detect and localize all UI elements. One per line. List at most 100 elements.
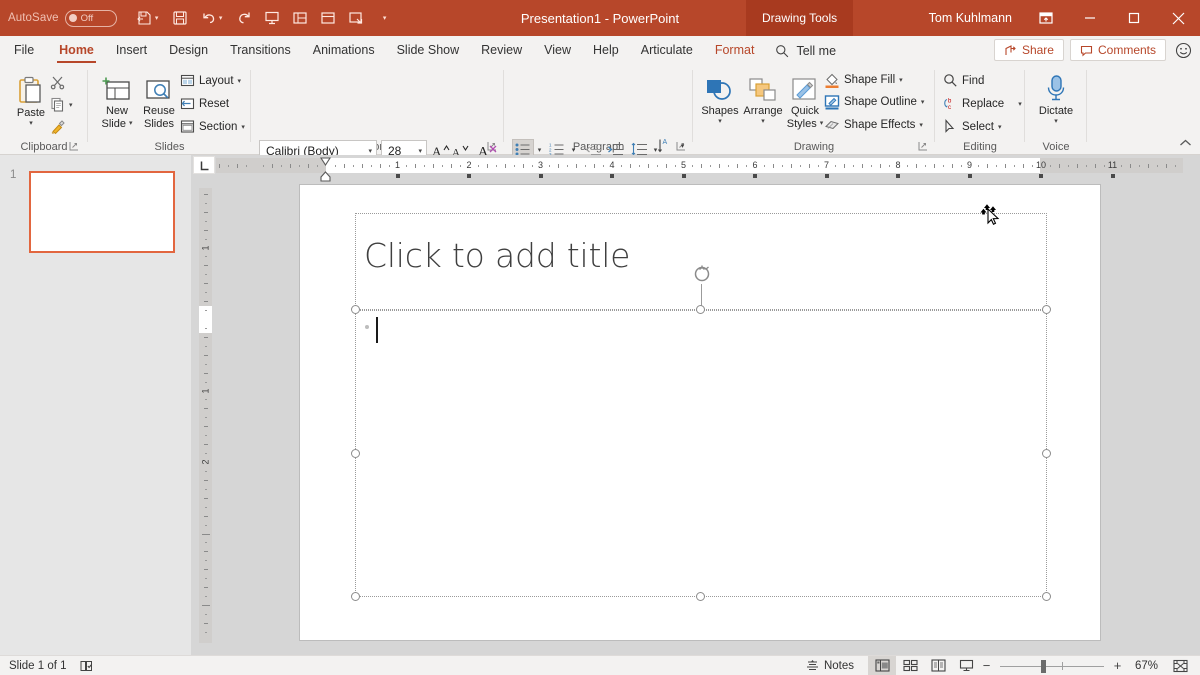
redo-icon[interactable] (231, 5, 257, 31)
new-slide-button[interactable]: New Slide ▾ (93, 71, 141, 130)
accessibility-checker-icon[interactable] (79, 659, 94, 673)
chevron-down-icon[interactable]: ▾ (899, 76, 903, 84)
hanging-indent-marker[interactable] (320, 171, 331, 182)
slide-sorter-button[interactable] (896, 656, 924, 675)
save-icon[interactable] (167, 5, 193, 31)
reset-button[interactable]: Reset (180, 96, 229, 111)
ruler-tab-stop[interactable] (753, 174, 757, 178)
chevron-down-icon[interactable]: ▾ (921, 98, 925, 106)
resize-handle-bottom-center[interactable] (696, 592, 705, 601)
chevron-down-icon[interactable]: ▾ (29, 120, 33, 128)
tab-help[interactable]: Help (582, 36, 630, 65)
smiley-face-icon[interactable] (1172, 39, 1194, 61)
tab-insert[interactable]: Insert (105, 36, 158, 65)
ribbon-display-options-icon[interactable] (1024, 0, 1068, 36)
resize-handle-middle-right[interactable] (1042, 449, 1051, 458)
chevron-down-icon[interactable]: ▾ (919, 121, 923, 129)
user-name[interactable]: Tom Kuhlmann (929, 11, 1012, 25)
paste-button[interactable]: Paste ▾ (8, 73, 54, 128)
ruler-tab-stop[interactable] (1110, 174, 1115, 178)
chevron-down-icon[interactable]: ▾ (241, 123, 245, 131)
chevron-down-icon[interactable]: ▾ (69, 101, 73, 109)
notes-button[interactable]: Notes (798, 656, 862, 675)
clipboard-dialog-launcher[interactable] (68, 140, 80, 152)
shape-effects-button[interactable]: Shape Effects ▾ (824, 117, 923, 133)
chevron-down-icon[interactable]: ▾ (718, 118, 722, 126)
tab-review[interactable]: Review (470, 36, 533, 65)
quick-styles-button[interactable]: Quick Styles ▾ (782, 71, 828, 130)
content-placeholder[interactable] (355, 310, 1047, 597)
slide-show-button[interactable] (952, 656, 980, 675)
tab-animations[interactable]: Animations (302, 36, 386, 65)
ruler-tab-stop[interactable] (467, 174, 471, 178)
undo-icon[interactable]: ▾ (195, 5, 229, 31)
tab-design[interactable]: Design (158, 36, 219, 65)
format-painter-button[interactable] (50, 119, 66, 135)
tab-slide-show[interactable]: Slide Show (386, 36, 471, 65)
new-slide-qat-icon[interactable] (287, 5, 313, 31)
tab-view[interactable]: View (533, 36, 582, 65)
autosave-toggle[interactable]: Off (64, 9, 117, 27)
normal-view-button[interactable] (868, 656, 896, 675)
zoom-slider[interactable] (1000, 657, 1104, 675)
chevron-down-icon[interactable]: ▾ (820, 120, 824, 128)
first-line-indent-marker[interactable] (320, 157, 331, 166)
slide-thumbnail-1[interactable] (29, 171, 175, 253)
drawing-dialog-launcher[interactable] (917, 140, 929, 152)
ruler-tab-stop[interactable] (1039, 174, 1043, 178)
tab-stop-selector[interactable] (193, 156, 215, 174)
layout-button[interactable]: Layout ▾ (180, 73, 241, 88)
reading-view-button[interactable] (924, 656, 952, 675)
tab-articulate[interactable]: Articulate (630, 36, 704, 65)
comments-button[interactable]: Comments (1069, 39, 1166, 61)
chevron-down-icon[interactable]: ▾ (1018, 100, 1022, 108)
select-button[interactable]: Select ▾ (943, 119, 1001, 134)
vertical-ruler[interactable]: 1 1 2 (199, 188, 212, 643)
find-button[interactable]: Find (943, 73, 984, 88)
collapse-ribbon-button[interactable] (1179, 138, 1192, 148)
fit-to-window-button[interactable] (1166, 656, 1194, 675)
ruler-tab-stop[interactable] (395, 174, 400, 178)
resize-handle-top-center[interactable] (696, 305, 705, 314)
resize-handle-bottom-left[interactable] (351, 592, 360, 601)
horizontal-ruler[interactable]: 1 2 3 4 5 6 7 8 9 10 11 (216, 157, 1183, 182)
tab-transitions[interactable]: Transitions (219, 36, 302, 65)
minimize-icon[interactable] (1068, 0, 1112, 36)
tab-file[interactable]: File (0, 36, 48, 65)
chevron-down-icon[interactable]: ▾ (1054, 118, 1058, 126)
cut-button[interactable] (50, 75, 65, 90)
shapes-button[interactable]: Shapes ▾ (697, 71, 743, 126)
ruler-tab-stop[interactable] (681, 174, 686, 178)
shape-fill-button[interactable]: Shape Fill ▾ (824, 72, 903, 88)
chevron-down-icon[interactable]: ▾ (238, 77, 242, 85)
present-online-icon[interactable] (343, 5, 369, 31)
resize-handle-bottom-right[interactable] (1042, 592, 1051, 601)
tab-home[interactable]: Home (48, 36, 105, 65)
resize-handle-top-right[interactable] (1042, 305, 1051, 314)
dictate-button[interactable]: Dictate ▾ (1031, 71, 1081, 126)
rotate-handle[interactable] (692, 264, 712, 284)
zoom-out-button[interactable]: − (980, 658, 993, 673)
customize-qat-icon[interactable]: ▾ (371, 5, 397, 31)
close-icon[interactable] (1156, 0, 1200, 36)
shape-outline-button[interactable]: Shape Outline ▾ (824, 94, 924, 110)
arrange-button[interactable]: Arrange ▾ (740, 71, 786, 126)
ruler-tab-stop[interactable] (538, 174, 543, 178)
ruler-tab-stop[interactable] (610, 174, 614, 178)
chevron-down-icon[interactable]: ▾ (761, 118, 765, 126)
layout-qat-icon[interactable] (315, 5, 341, 31)
replace-button[interactable]: bc Replace ▾ (943, 96, 1022, 111)
text-direction-caret[interactable]: ▾ (677, 135, 688, 156)
reuse-slides-button[interactable]: Reuse Slides (135, 71, 183, 130)
share-button[interactable]: Share (993, 39, 1064, 61)
zoom-in-button[interactable]: + (1111, 658, 1124, 673)
resize-handle-top-left[interactable] (351, 305, 360, 314)
restore-icon[interactable] (1112, 0, 1156, 36)
ruler-tab-stop[interactable] (824, 174, 829, 178)
ruler-tab-stop[interactable] (967, 174, 972, 178)
zoom-percent-label[interactable]: 67% (1124, 660, 1158, 672)
chevron-down-icon[interactable]: ▾ (998, 123, 1002, 131)
section-button[interactable]: Section ▾ (180, 119, 245, 134)
zoom-slider-thumb[interactable] (1041, 659, 1046, 673)
ruler-tab-stop[interactable] (896, 174, 900, 178)
